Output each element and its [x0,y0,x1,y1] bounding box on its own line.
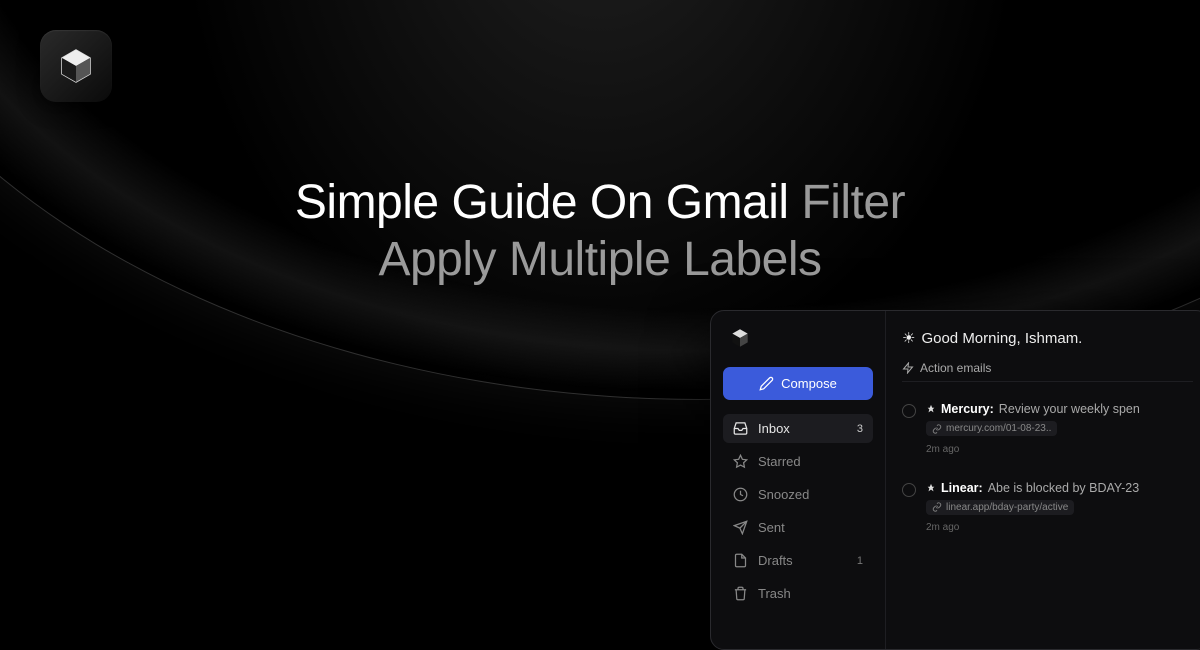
section-label: Action emails [920,361,991,375]
sidebar: Compose Inbox 3 Starred Snoozed Sent Dra… [711,311,886,649]
nav-count: 3 [857,423,863,435]
nav-label: Drafts [758,553,793,568]
file-icon [733,553,748,568]
compose-label: Compose [781,376,837,391]
link-icon [932,502,942,512]
nav-label: Trash [758,586,791,601]
title-line1-dim: Filter [801,176,905,229]
email-radio[interactable] [902,483,916,497]
title-line2: Apply Multiple Labels [0,232,1200,289]
email-time: 2m ago [926,444,1193,455]
nav-label: Snoozed [758,487,809,502]
nav-count: 1 [857,555,863,567]
email-time: 2m ago [926,522,1193,533]
pin-icon [926,483,936,493]
email-sender: Mercury: [941,402,994,416]
email-link-chip[interactable]: linear.app/bday-party/active [926,500,1074,515]
email-subject: Abe is blocked by BDAY-23 [988,481,1139,495]
send-icon [733,520,748,535]
bolt-icon [902,362,914,374]
email-link-text: linear.app/bday-party/active [946,502,1068,513]
section-header-action: Action emails [902,361,1193,382]
pin-icon [926,404,936,414]
nav-label: Sent [758,520,785,535]
email-link-chip[interactable]: mercury.com/01-08-23.. [926,421,1057,436]
sidebar-logo [729,327,751,349]
nav-item-inbox[interactable]: Inbox 3 [723,414,873,443]
nav-item-snoozed[interactable]: Snoozed [723,480,873,509]
pencil-icon [759,376,774,391]
compose-button[interactable]: Compose [723,367,873,400]
clock-icon [733,487,748,502]
inbox-icon [733,421,748,436]
nav-item-trash[interactable]: Trash [723,579,873,608]
title-line1-bright: Simple Guide On Gmail [295,176,802,229]
email-item[interactable]: Mercury: Review your weekly spen mercury… [902,396,1193,461]
nav-item-starred[interactable]: Starred [723,447,873,476]
nav-item-drafts[interactable]: Drafts 1 [723,546,873,575]
link-icon [932,424,942,434]
nav-label: Starred [758,454,801,469]
app-mockup-panel: Compose Inbox 3 Starred Snoozed Sent Dra… [710,310,1200,650]
greeting-text: Good Morning, Ishmam. [921,330,1082,347]
app-logo-badge [40,30,112,102]
email-link-text: mercury.com/01-08-23.. [946,423,1051,434]
trash-icon [733,586,748,601]
greeting: ☀ Good Morning, Ishmam. [902,329,1193,347]
cube-logo-icon [56,46,96,86]
nav-label: Inbox [758,421,790,436]
cube-logo-small-icon [729,327,751,349]
email-sender: Linear: [941,481,983,495]
email-item[interactable]: Linear: Abe is blocked by BDAY-23 linear… [902,475,1193,540]
email-subject: Review your weekly spen [999,402,1140,416]
email-radio[interactable] [902,404,916,418]
page-title: Simple Guide On Gmail Filter Apply Multi… [0,175,1200,288]
nav-item-sent[interactable]: Sent [723,513,873,542]
sun-icon: ☀ [902,329,915,347]
main-column: ☀ Good Morning, Ishmam. Action emails Me… [886,311,1200,649]
star-icon [733,454,748,469]
